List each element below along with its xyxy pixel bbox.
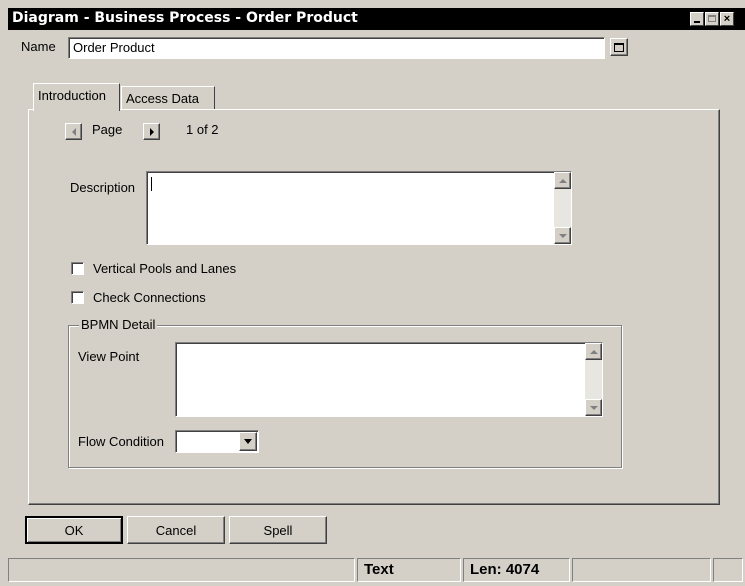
minimize-icon[interactable] [690,12,704,26]
view-point-label: View Point [78,349,140,364]
arrow-right-icon [149,127,154,136]
check-connections-checkbox[interactable] [71,291,84,304]
arrow-up-icon [589,349,598,354]
flow-condition-select[interactable] [175,430,259,453]
status-cell-end [713,558,743,582]
scroll-down-button[interactable] [585,399,602,416]
dialog-window: Diagram - Business Process - Order Produ… [0,0,745,586]
window-title: Diagram - Business Process - Order Produ… [12,10,358,26]
tab-access-data[interactable]: Access Data [121,86,215,109]
status-length: Len: 4074 [463,558,570,582]
arrow-left-icon [71,127,76,136]
cancel-label: Cancel [155,522,197,538]
window-icon [614,42,624,52]
description-label: Description [70,180,136,195]
spell-label: Spell [263,522,293,538]
vertical-pools-checkbox[interactable] [71,262,84,275]
scroll-down-button[interactable] [554,227,571,244]
cancel-button[interactable]: Cancel [127,516,225,544]
view-point-field[interactable] [175,342,603,417]
scroll-up-button[interactable] [554,172,571,189]
name-field[interactable]: Order Product [68,37,605,59]
text-caret [151,177,152,191]
description-scrollbar[interactable] [554,172,571,244]
status-length-text: Len: 4074 [470,561,540,578]
page-label: Page [92,122,123,137]
tab-introduction-label: Introduction [38,88,106,103]
check-connections-label: Check Connections [93,290,206,305]
page-indicator: 1 of 2 [186,122,219,137]
flow-condition-dropdown-button[interactable] [239,432,257,451]
arrow-down-icon [589,405,598,410]
status-cell-main [8,558,355,582]
scroll-up-button[interactable] [585,343,602,360]
arrow-down-icon [558,233,567,238]
arrow-up-icon [558,178,567,183]
vertical-pools-label: Vertical Pools and Lanes [93,261,237,276]
close-icon[interactable]: × [720,12,734,26]
name-expand-button[interactable] [610,38,628,56]
status-mode: Text [357,558,461,582]
ok-label: OK [64,522,84,538]
spell-button[interactable]: Spell [229,516,327,544]
description-field[interactable] [146,171,572,245]
name-label: Name [21,39,56,54]
title-bar[interactable]: Diagram - Business Process - Order Produ… [8,8,745,30]
page-prev-button[interactable] [65,123,82,140]
bpmn-detail-legend: BPMN Detail [79,317,158,332]
ok-button[interactable]: OK [25,516,123,544]
page-next-button[interactable] [143,123,160,140]
maximize-icon[interactable] [705,12,719,26]
status-cell-extra [572,558,711,582]
chevron-down-icon [244,439,252,444]
flow-condition-label: Flow Condition [78,434,164,449]
tab-access-data-label: Access Data [126,91,199,106]
tab-introduction[interactable]: Introduction [33,83,120,111]
name-value: Order Product [73,40,155,55]
view-point-scrollbar[interactable] [585,343,602,416]
status-mode-text: Text [364,561,394,578]
